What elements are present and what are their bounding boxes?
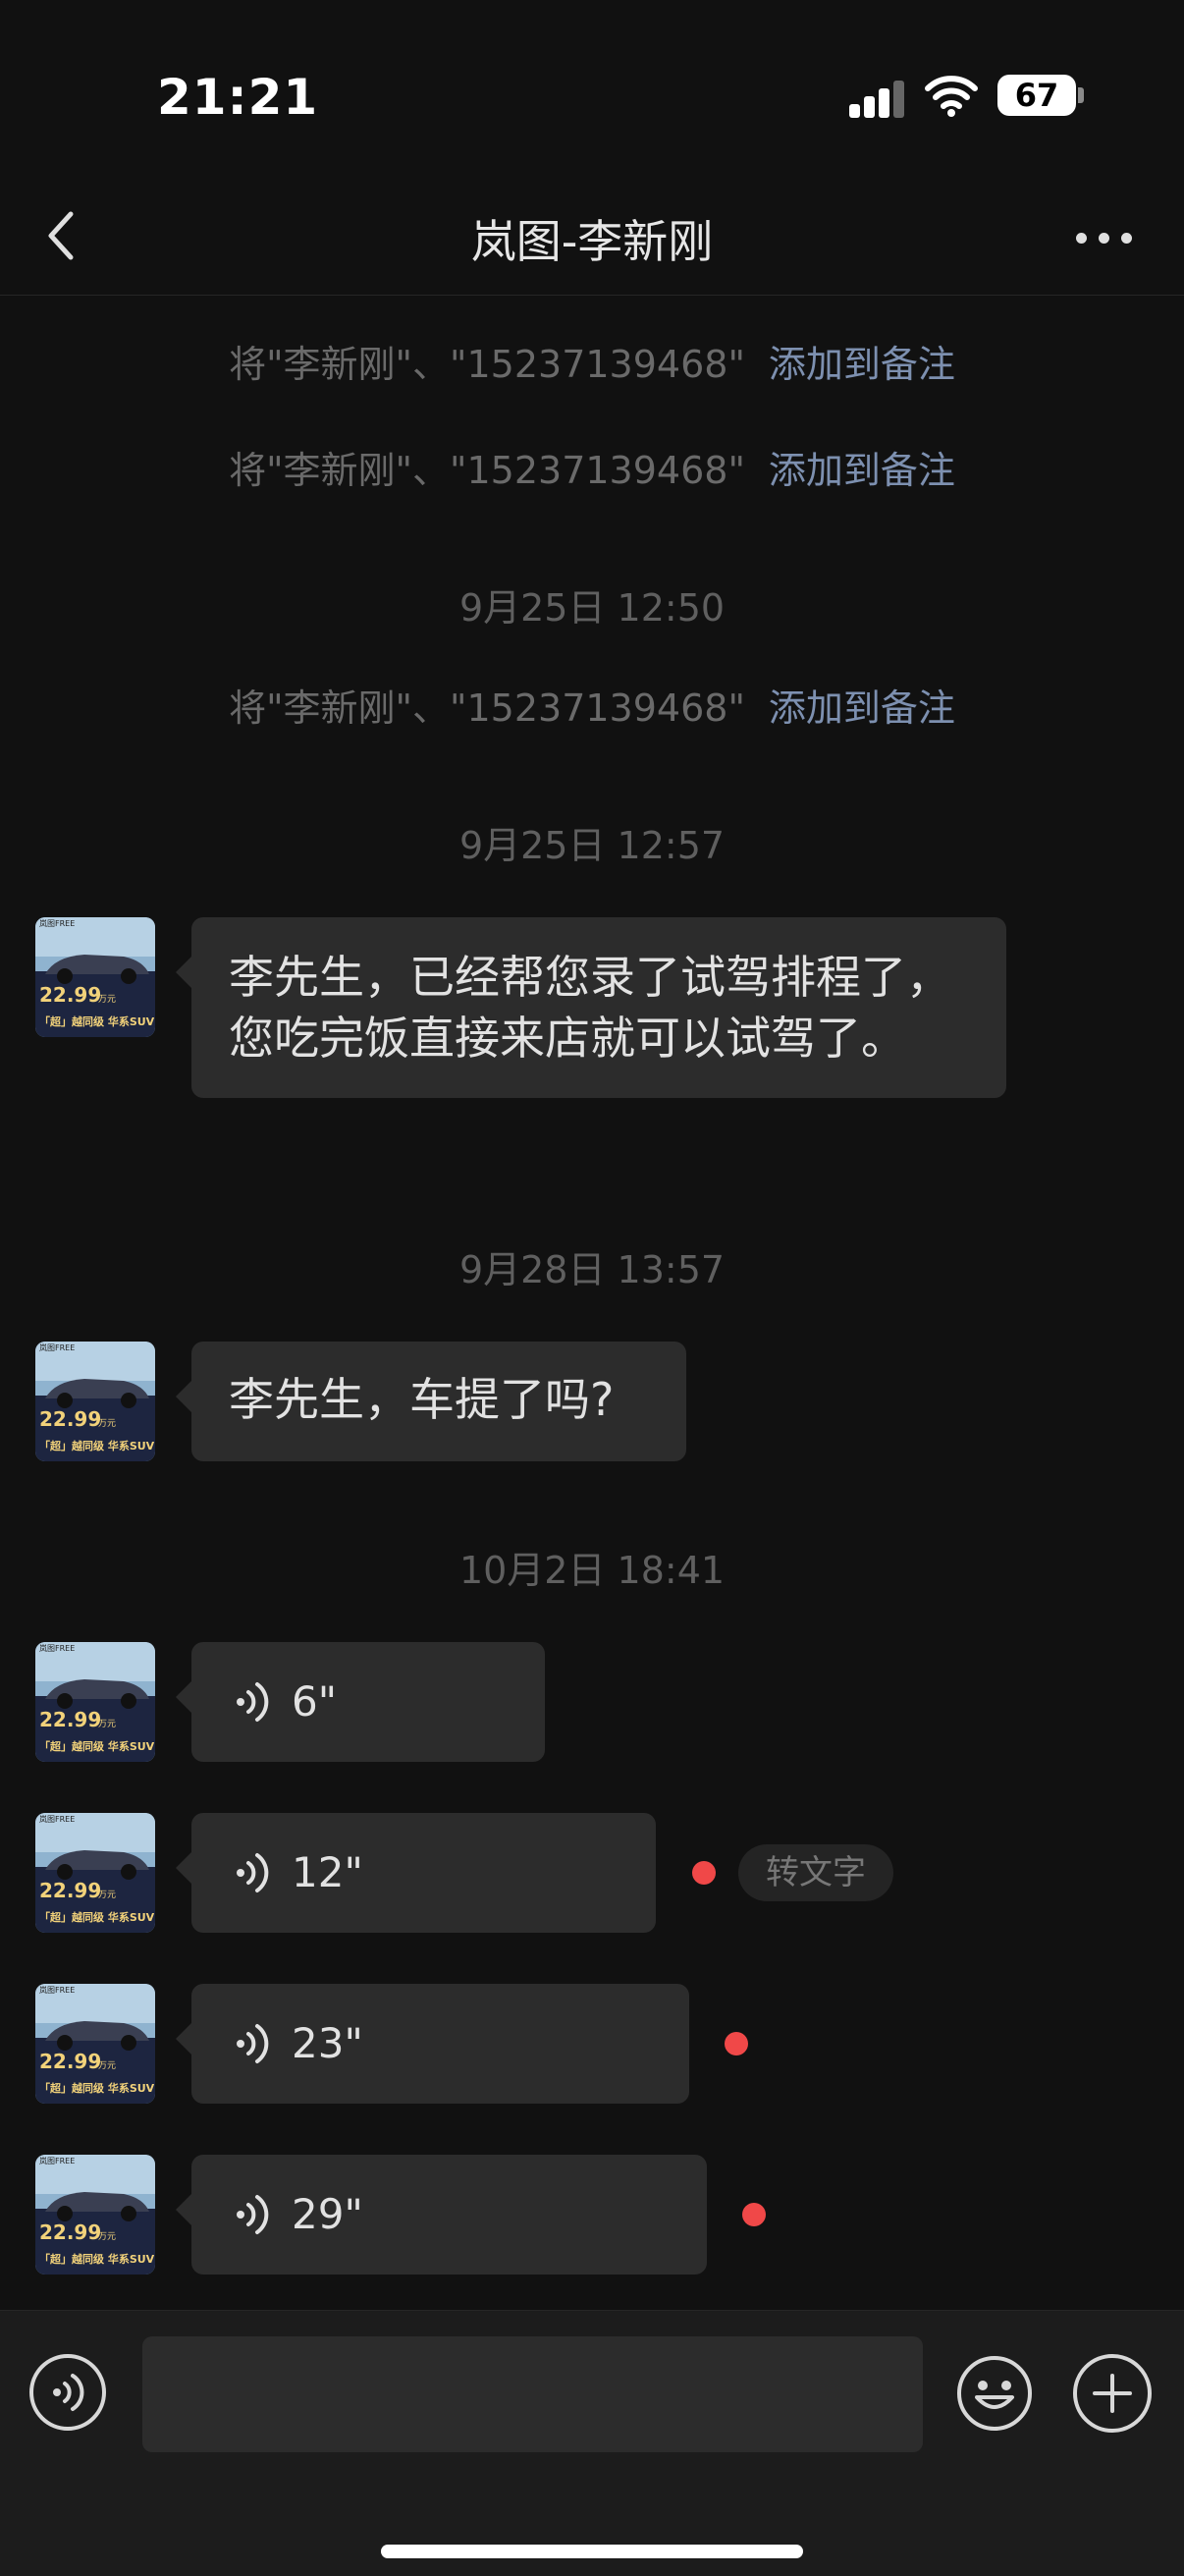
battery-level: 67 xyxy=(1014,77,1059,114)
battery-indicator: 67 xyxy=(997,75,1076,116)
avatar-brand: 岚图FREE xyxy=(39,1644,75,1653)
home-indicator xyxy=(381,2545,803,2558)
more-dots-icon[interactable] xyxy=(1070,216,1139,255)
voice-duration: 6" xyxy=(292,1677,338,1726)
voice-duration: 23" xyxy=(292,2019,363,2067)
avatar-slogan: 「超」越同级 华系SUV xyxy=(39,1014,155,1028)
voice-wave-icon xyxy=(237,1682,269,1722)
avatar-price-unit: 万元 xyxy=(98,2061,116,2071)
avatar-price: 22.99 xyxy=(39,1407,101,1431)
message-text: 李先生，已经帮您录了试驾排程了，您吃完饭直接来店就可以试驾了。 xyxy=(229,951,951,1065)
message-bubble[interactable]: 李先生，车提了吗? xyxy=(176,1342,686,1461)
avatar-slogan: 「超」越同级 华系SUV xyxy=(39,2252,155,2266)
avatar-price: 22.99 xyxy=(39,983,101,1007)
voice-message-bubble[interactable]: 23" xyxy=(176,1984,689,2104)
avatar-price: 22.99 xyxy=(39,2050,101,2073)
car-ad-avatar-image: 岚图FREE 22.99 万元 「超」越同级 华系SUV xyxy=(35,917,155,1037)
car-ad-avatar-image: 岚图FREE 22.99 万元 「超」越同级 华系SUV xyxy=(35,1342,155,1461)
car-ad-avatar-image: 岚图FREE 22.99 万元 「超」越同级 华系SUV xyxy=(35,1984,155,2104)
avatar-slogan: 「超」越同级 华系SUV xyxy=(39,1739,155,1753)
system-message: 将"李新刚"、"15237139468" 添加到备注 xyxy=(0,678,1184,732)
car-ad-avatar-image: 岚图FREE 22.99 万元 「超」越同级 华系SUV xyxy=(35,1813,155,1933)
voice-wave-icon xyxy=(237,2195,269,2234)
voice-message-bubble[interactable]: 29" xyxy=(176,2155,707,2275)
system-message-text: 将"李新刚"、"15237139468" xyxy=(229,449,745,492)
avatar-brand: 岚图FREE xyxy=(39,1343,75,1352)
add-to-remark-link[interactable]: 添加到备注 xyxy=(769,686,955,730)
voice-duration: 12" xyxy=(292,1848,363,1896)
emoji-icon[interactable] xyxy=(955,2354,1034,2433)
voice-wave-icon xyxy=(237,2024,269,2063)
avatar-price-unit: 万元 xyxy=(98,995,116,1005)
unread-dot xyxy=(692,1861,716,1885)
wifi-icon xyxy=(925,76,978,117)
avatar-price-unit: 万元 xyxy=(98,1720,116,1729)
system-message-text: 将"李新刚"、"15237139468" xyxy=(229,343,745,386)
voice-wave-icon xyxy=(53,2374,84,2411)
timestamp: 9月28日 13:57 xyxy=(458,1248,726,1291)
voice-message-bubble[interactable]: 12" xyxy=(176,1813,656,1933)
avatar[interactable]: 岚图FREE 22.99 万元 「超」越同级 华系SUV xyxy=(35,1642,155,1762)
avatar[interactable]: 岚图FREE 22.99 万元 「超」越同级 华系SUV xyxy=(35,2155,155,2275)
unread-dot xyxy=(725,2032,748,2055)
plus-icon[interactable] xyxy=(1073,2354,1152,2433)
message-bubble[interactable]: 李先生，已经帮您录了试驾排程了，您吃完饭直接来店就可以试驾了。 xyxy=(176,917,1006,1098)
status-time: 21:21 xyxy=(157,69,319,126)
timestamp: 9月25日 12:57 xyxy=(458,824,726,867)
add-to-remark-link[interactable]: 添加到备注 xyxy=(769,449,955,492)
car-ad-avatar-image: 岚图FREE 22.99 万元 「超」越同级 华系SUV xyxy=(35,2155,155,2275)
input-bar xyxy=(0,2310,1184,2576)
chat-header: 岚图-李新刚 xyxy=(0,187,1184,296)
message-text: 李先生，车提了吗? xyxy=(229,1373,615,1426)
car-ad-avatar-image: 岚图FREE 22.99 万元 「超」越同级 华系SUV xyxy=(35,1642,155,1762)
avatar-slogan: 「超」越同级 华系SUV xyxy=(39,2081,155,2095)
avatar[interactable]: 岚图FREE 22.99 万元 「超」越同级 华系SUV xyxy=(35,1342,155,1461)
avatar[interactable]: 岚图FREE 22.99 万元 「超」越同级 华系SUV xyxy=(35,1984,155,2104)
voice-message-bubble[interactable]: 6" xyxy=(176,1642,545,1762)
avatar-price-unit: 万元 xyxy=(98,1891,116,1900)
status-bar: 21:21 67 xyxy=(0,0,1184,187)
avatar-brand: 岚图FREE xyxy=(39,1815,75,1824)
battery-tip xyxy=(1078,87,1084,103)
avatar-brand: 岚图FREE xyxy=(39,2157,75,2165)
voice-input-button[interactable] xyxy=(29,2354,106,2431)
avatar-slogan: 「超」越同级 华系SUV xyxy=(39,1439,155,1452)
avatar[interactable]: 岚图FREE 22.99 万元 「超」越同级 华系SUV xyxy=(35,917,155,1037)
system-message-text: 将"李新刚"、"15237139468" xyxy=(229,686,745,730)
system-message: 将"李新刚"、"15237139468" 添加到备注 xyxy=(0,440,1184,494)
message-input[interactable] xyxy=(142,2336,923,2452)
avatar-price-unit: 万元 xyxy=(98,2232,116,2242)
avatar-slogan: 「超」越同级 华系SUV xyxy=(39,1910,155,1924)
avatar-price: 22.99 xyxy=(39,1708,101,1731)
avatar-brand: 岚图FREE xyxy=(39,1986,75,1995)
avatar-brand: 岚图FREE xyxy=(39,919,75,928)
signal-icon xyxy=(849,79,906,118)
avatar-price: 22.99 xyxy=(39,2220,101,2244)
avatar-price-unit: 万元 xyxy=(98,1419,116,1429)
voice-duration: 29" xyxy=(292,2190,363,2238)
system-message: 将"李新刚"、"15237139468" 添加到备注 xyxy=(0,334,1184,388)
avatar-price: 22.99 xyxy=(39,1879,101,1902)
timestamp: 10月2日 18:41 xyxy=(458,1549,726,1592)
convert-to-text-button[interactable]: 转文字 xyxy=(738,1844,893,1901)
voice-wave-icon xyxy=(237,1853,269,1892)
add-to-remark-link[interactable]: 添加到备注 xyxy=(769,343,955,386)
avatar[interactable]: 岚图FREE 22.99 万元 「超」越同级 华系SUV xyxy=(35,1813,155,1933)
chat-title: 岚图-李新刚 xyxy=(470,215,714,268)
unread-dot xyxy=(742,2203,766,2226)
timestamp: 9月25日 12:50 xyxy=(458,586,726,630)
